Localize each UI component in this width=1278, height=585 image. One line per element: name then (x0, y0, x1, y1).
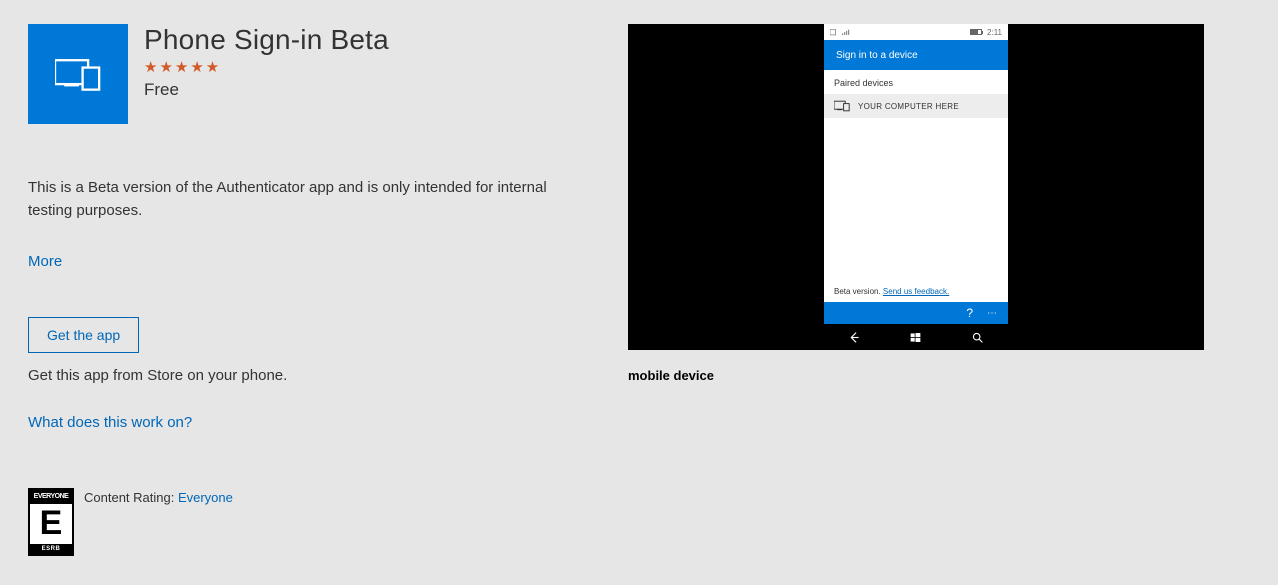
back-icon[interactable] (848, 331, 861, 344)
app-tile-icon (28, 24, 128, 124)
feedback-link[interactable]: Send us feedback. (883, 287, 949, 296)
status-time: 2:11 (987, 28, 1002, 37)
app-price: Free (144, 80, 389, 100)
phone-mock: 2:11 Sign in to a device Paired devices … (824, 24, 1008, 350)
content-rating-link[interactable]: Everyone (178, 490, 233, 505)
search-icon[interactable] (971, 331, 984, 344)
windows-icon[interactable] (909, 331, 922, 344)
esrb-letter: E (30, 504, 72, 544)
phone-section-label: Paired devices (824, 70, 1008, 94)
esrb-badge: EVERYONE E ESRB (28, 488, 74, 556)
phone-nav-bar (824, 324, 1008, 350)
beta-note: Beta version. Send us feedback. (824, 281, 1008, 302)
content-rating-text: Content Rating: Everyone (84, 488, 233, 505)
help-icon[interactable]: ? (966, 306, 973, 320)
more-link[interactable]: More (28, 253, 62, 270)
device-name: YOUR COMPUTER HERE (858, 102, 959, 111)
rating-stars: ★★★★★ (144, 58, 389, 76)
phone-command-bar: ? ⋯ (824, 302, 1008, 324)
devices-icon (55, 56, 101, 92)
nfc-icon (830, 29, 838, 36)
get-app-note: Get this app from Store on your phone. (28, 367, 588, 384)
computer-icon (834, 100, 850, 112)
phone-status-bar: 2:11 (824, 24, 1008, 40)
more-icon[interactable]: ⋯ (987, 308, 998, 319)
app-description: This is a Beta version of the Authentica… (28, 176, 558, 223)
compatibility-link[interactable]: What does this work on? (28, 414, 192, 431)
content-rating-label: Content Rating: (84, 490, 178, 505)
battery-icon (970, 29, 982, 35)
app-title: Phone Sign-in Beta (144, 24, 389, 56)
screenshot-frame: 2:11 Sign in to a device Paired devices … (628, 24, 1204, 350)
phone-app-bar: Sign in to a device (824, 40, 1008, 70)
phone-empty-area (824, 118, 1008, 281)
paired-device-row[interactable]: YOUR COMPUTER HERE (824, 94, 1008, 118)
esrb-bottom-label: ESRB (30, 544, 72, 554)
screenshot-caption: mobile device (628, 368, 1204, 383)
get-app-button[interactable]: Get the app (28, 317, 139, 353)
esrb-top-label: EVERYONE (30, 490, 72, 504)
signal-icon (842, 29, 850, 36)
